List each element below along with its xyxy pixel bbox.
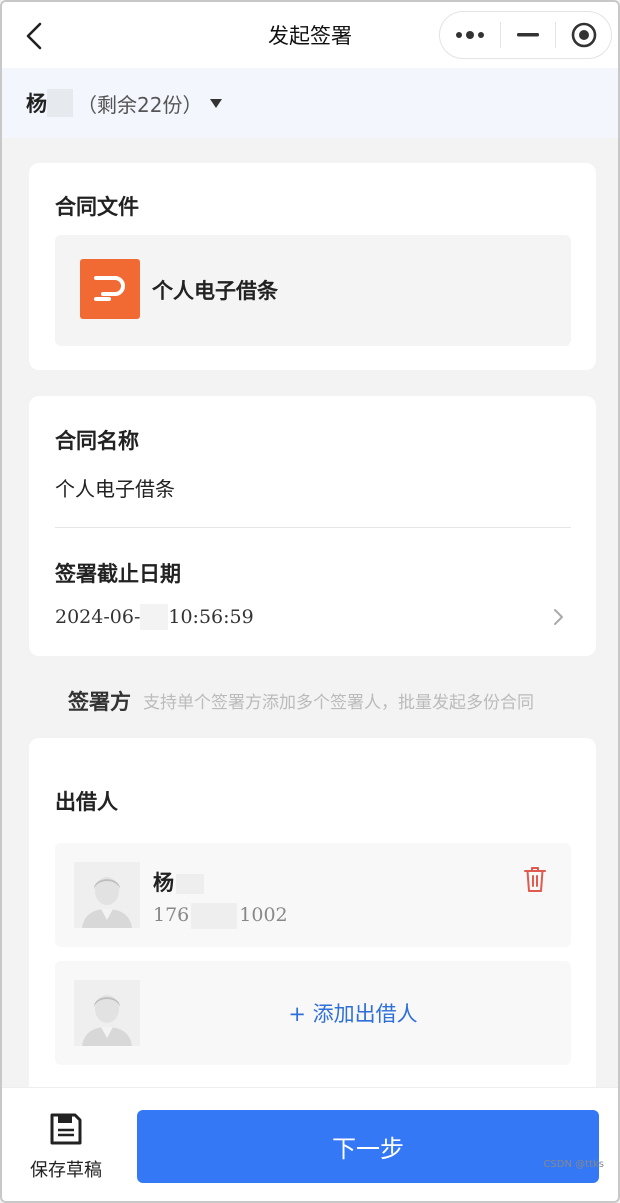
deadline-field[interactable]: 2024-06- 10:56:59 (55, 604, 254, 630)
phone-prefix: 176 (153, 904, 190, 926)
contract-name-label: 合同名称 (55, 429, 139, 453)
account-name: 杨 (26, 92, 47, 116)
divider (55, 527, 571, 528)
contract-file-card: 合同文件 个人电子借条 (29, 163, 596, 370)
phone-suffix: 1002 (239, 904, 288, 926)
target-close-icon (571, 22, 596, 48)
section-title-lender: 出借人 (55, 790, 118, 814)
masked-name (47, 89, 73, 117)
app-frame: 发起签署 杨 （剩余22份） 合同文件 个人电子借条 合同名称 个人电子借条 签… (0, 0, 620, 1203)
lender-card: 出借人 杨 176 1002 + 添加出借人 (29, 738, 596, 1098)
user-avatar-icon (74, 862, 140, 928)
minimize-icon (516, 33, 539, 37)
navigation-bar: 发起签署 (2, 2, 618, 68)
minimize-button[interactable] (500, 12, 555, 58)
deadline-time: 10:56:59 (168, 606, 254, 628)
remaining-count: （剩余22份） (77, 92, 203, 117)
contract-name-value[interactable]: 个人电子借条 (55, 473, 175, 502)
save-draft-label: 保存草稿 (30, 1160, 102, 1181)
more-dots-icon (454, 31, 486, 39)
signers-hint: 支持单个签署方添加多个签署人，批量发起多份合同 (143, 693, 534, 713)
masked-phone (191, 903, 238, 929)
masked-name (176, 874, 204, 894)
mini-program-capsule (439, 11, 612, 59)
file-name: 个人电子借条 (152, 279, 278, 303)
watermark: CSDN @ttks (543, 1159, 604, 1170)
add-lender-item: + 添加出借人 (55, 961, 571, 1065)
lender-name-text: 杨 (153, 871, 174, 895)
masked-date (140, 604, 169, 630)
lender-name: 杨 (153, 867, 204, 897)
next-step-button[interactable]: 下一步 (137, 1110, 599, 1183)
floppy-disk-icon (50, 1113, 82, 1145)
file-p-icon (80, 259, 140, 319)
contract-info-card: 合同名称 个人电子借条 签署截止日期 2024-06- 10:56:59 (29, 396, 596, 656)
contract-file-item[interactable]: 个人电子借条 (55, 235, 571, 346)
bottom-action-bar: 保存草稿 下一步 (2, 1087, 618, 1201)
deadline-label: 签署截止日期 (55, 562, 181, 586)
deadline-date: 2024-06- (55, 606, 141, 628)
lender-phone: 176 1002 (153, 903, 288, 929)
chevron-right-icon[interactable] (548, 607, 568, 627)
lender-person-item[interactable]: 杨 176 1002 (55, 843, 571, 947)
save-draft-button[interactable]: 保存草稿 (20, 1112, 112, 1182)
signers-title: 签署方 (68, 690, 131, 714)
caret-down-icon (210, 98, 223, 108)
more-button[interactable] (440, 12, 500, 58)
section-title-contract-file: 合同文件 (55, 195, 139, 219)
trash-icon[interactable] (523, 865, 547, 893)
close-button[interactable] (555, 12, 612, 58)
account-selector[interactable]: 杨 （剩余22份） (2, 68, 618, 138)
add-lender-button[interactable]: + 添加出借人 (55, 961, 571, 1065)
